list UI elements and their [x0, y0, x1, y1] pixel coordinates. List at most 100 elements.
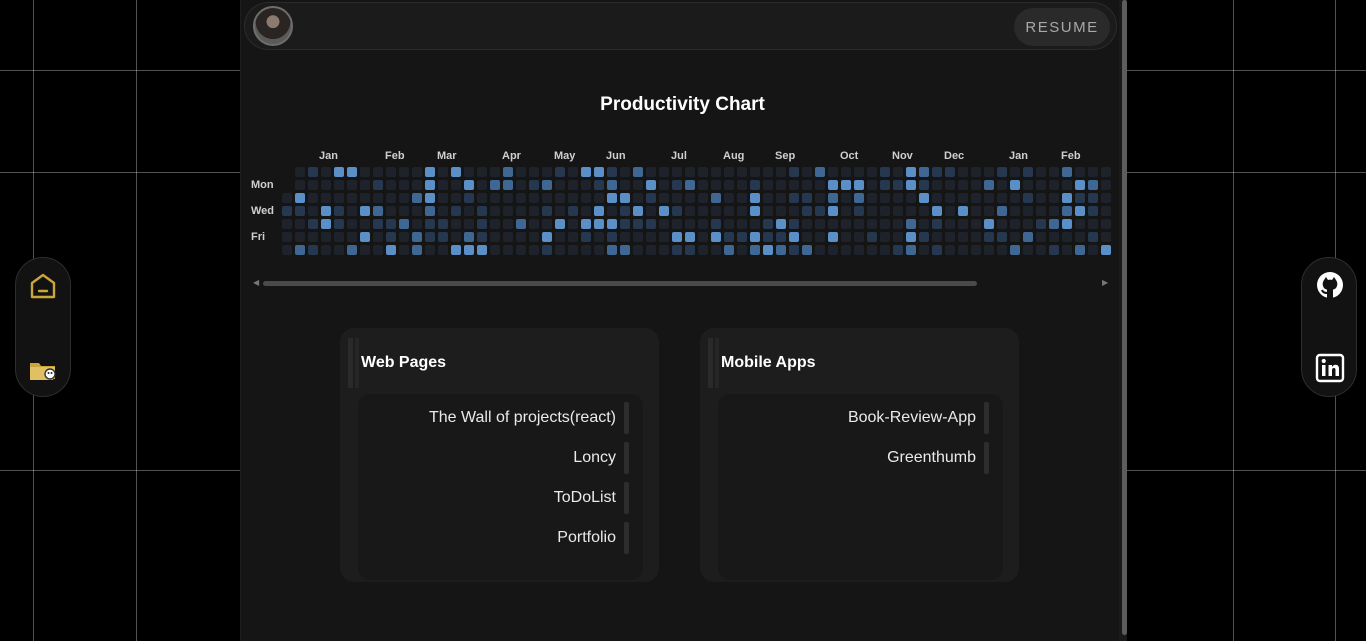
home-icon[interactable]: [27, 270, 59, 302]
heatmap-cell: [750, 232, 760, 242]
heatmap-cell: [763, 180, 773, 190]
heatmap-cell: [867, 180, 877, 190]
heatmap-cell: [542, 167, 552, 177]
heatmap-cell: [724, 219, 734, 229]
scroll-left-arrow-icon[interactable]: ◀: [253, 278, 259, 287]
heatmap-cell: [607, 180, 617, 190]
heatmap-cell: [334, 232, 344, 242]
heatmap-cell: [490, 219, 500, 229]
heatmap-cell: [373, 193, 383, 203]
heatmap-cell: [334, 219, 344, 229]
heatmap-cell: [490, 206, 500, 216]
heatmap-cell: [516, 206, 526, 216]
heatmap-cell: [464, 232, 474, 242]
chart-scrollbar-thumb[interactable]: [263, 281, 977, 286]
heatmap-cell: [464, 180, 474, 190]
heatmap-cell: [776, 206, 786, 216]
heatmap-cell: [750, 245, 760, 255]
linkedin-icon[interactable]: [1314, 352, 1346, 384]
project-link[interactable]: Loncy: [573, 449, 616, 467]
heatmap-cell: [633, 232, 643, 242]
heatmap-cell: [919, 180, 929, 190]
heatmap-cell: [828, 232, 838, 242]
folder-icon[interactable]: [27, 354, 59, 386]
github-icon[interactable]: [1314, 270, 1346, 302]
heatmap-cell: [1101, 180, 1111, 190]
heatmap-cell: [750, 219, 760, 229]
heatmap-cell: [555, 219, 565, 229]
heatmap-cell: [295, 193, 305, 203]
heatmap-cell: [542, 232, 552, 242]
heatmap-cell: [880, 232, 890, 242]
heatmap-cell: [399, 245, 409, 255]
heatmap-cell: [594, 206, 604, 216]
heatmap-cell: [711, 245, 721, 255]
heatmap-cell: [672, 206, 682, 216]
project-link[interactable]: Portfolio: [557, 529, 616, 547]
heatmap-cell: [1010, 206, 1020, 216]
heatmap-cell: [672, 245, 682, 255]
heatmap-cell: [880, 193, 890, 203]
heatmap-cell: [698, 219, 708, 229]
heatmap-cell: [685, 180, 695, 190]
heatmap-cell: [1023, 180, 1033, 190]
heatmap-cell: [607, 232, 617, 242]
month-label: Mar: [437, 150, 457, 162]
heatmap-cell: [893, 193, 903, 203]
heatmap-cell: [295, 245, 305, 255]
heatmap-cell: [880, 180, 890, 190]
heatmap-cell: [932, 206, 942, 216]
project-link[interactable]: ToDoList: [554, 489, 616, 507]
list-item[interactable]: ToDoList: [554, 482, 629, 514]
heatmap-cell: [425, 167, 435, 177]
heatmap-cell: [854, 193, 864, 203]
project-link[interactable]: The Wall of projects(react): [429, 409, 616, 427]
heatmap-cell: [828, 219, 838, 229]
heatmap-cell: [1088, 245, 1098, 255]
list-item[interactable]: Loncy: [573, 442, 629, 474]
heatmap-cell: [815, 193, 825, 203]
heatmap-cell: [711, 180, 721, 190]
heatmap-cell: [425, 219, 435, 229]
heatmap-cell: [880, 167, 890, 177]
heatmap-cell: [945, 245, 955, 255]
heatmap-cell: [1049, 206, 1059, 216]
month-label: Apr: [502, 150, 521, 162]
heatmap-cell: [971, 193, 981, 203]
heatmap-cell: [997, 206, 1007, 216]
heatmap-cell: [568, 232, 578, 242]
list-item[interactable]: The Wall of projects(react): [429, 402, 629, 434]
list-item[interactable]: Book-Review-App: [848, 402, 989, 434]
heatmap-cell: [620, 232, 630, 242]
heatmap-cell: [581, 167, 591, 177]
heatmap-cell: [659, 245, 669, 255]
month-label: Jul: [671, 150, 687, 162]
list-item[interactable]: Greenthumb: [887, 442, 989, 474]
heatmap-cell: [347, 219, 357, 229]
project-link[interactable]: Book-Review-App: [848, 409, 976, 427]
heatmap-cell: [646, 167, 656, 177]
heatmap-cell: [659, 206, 669, 216]
heatmap-cell: [867, 206, 877, 216]
heatmap-cell: [373, 167, 383, 177]
scroll-right-arrow-icon[interactable]: ▶: [1102, 278, 1108, 287]
heatmap-cell: [997, 219, 1007, 229]
resume-button[interactable]: RESUME: [1014, 8, 1110, 46]
heatmap-cell: [295, 206, 305, 216]
heatmap-cell: [737, 206, 747, 216]
heatmap-cell: [1075, 219, 1085, 229]
heatmap-cell: [1088, 206, 1098, 216]
heatmap-cell: [477, 180, 487, 190]
heatmap-cell: [854, 232, 864, 242]
heatmap-cell: [958, 219, 968, 229]
heatmap-cell: [1075, 193, 1085, 203]
list-item[interactable]: Portfolio: [557, 522, 629, 554]
avatar[interactable]: [253, 6, 293, 46]
heatmap-cell: [529, 193, 539, 203]
heatmap-cell: [854, 245, 864, 255]
heatmap-cell: [646, 219, 656, 229]
heatmap-cell: [789, 232, 799, 242]
heatmap-cell: [412, 232, 422, 242]
heatmap-cell: [789, 193, 799, 203]
project-link[interactable]: Greenthumb: [887, 449, 976, 467]
